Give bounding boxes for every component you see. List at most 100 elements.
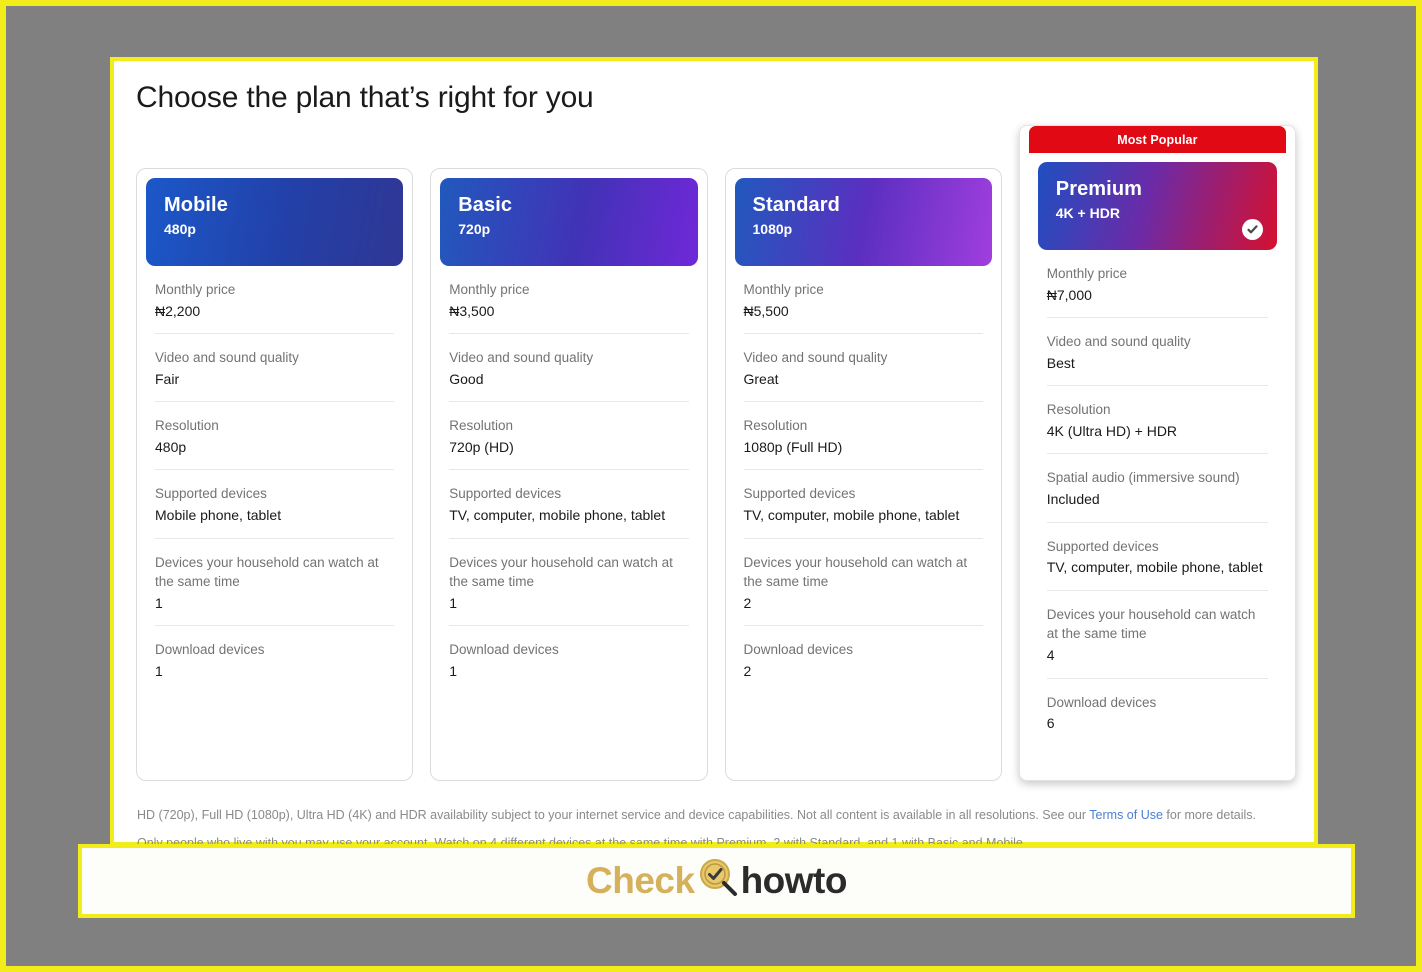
watermark-bar: Check howto	[78, 844, 1355, 918]
feature-label: Video and sound quality	[155, 350, 299, 366]
feature-row: Monthly price ₦5,500	[743, 266, 983, 335]
page-title: Choose the plan that’s right for you	[136, 81, 594, 114]
feature-row: Resolution 4K (Ultra HD) + HDR	[1046, 386, 1268, 455]
feature-value: Great	[743, 370, 779, 387]
plan-features: Monthly price ₦5,500 Video and sound quali…	[735, 266, 992, 694]
plan-card-mobile[interactable]: Mobile 480p Monthly price ₦2,200 Video and s…	[136, 168, 414, 781]
feature-row: Resolution 1080p (Full HD)	[743, 402, 983, 471]
feature-label: Video and sound quality	[449, 350, 594, 366]
plan-card-premium[interactable]: Most Popular Premium 4K + HDR Monthly price…	[1018, 125, 1296, 781]
feature-row: Download devices 1	[449, 626, 688, 693]
feature-label: Monthly price	[1046, 266, 1128, 281]
feature-label: Monthly price	[155, 282, 236, 297]
check-circle-icon	[1242, 219, 1263, 240]
terms-of-use-link[interactable]: Terms of Use	[1089, 808, 1163, 822]
feature-value: Best	[1046, 354, 1075, 371]
feature-label: Video and sound quality	[743, 350, 888, 366]
plan-name: Premium	[1055, 178, 1143, 200]
feature-row: Devices your household can watch at the …	[1046, 591, 1268, 679]
feature-value: 1	[155, 662, 163, 679]
feature-row: Resolution 480p	[155, 402, 395, 471]
feature-value: Fair	[155, 370, 180, 387]
logo-text-howto: howto	[740, 860, 848, 901]
feature-value: TV, computer, mobile phone, tablet	[1046, 559, 1263, 576]
feature-row: Video and sound quality Fair	[155, 334, 395, 403]
feature-value: 1	[449, 594, 458, 611]
plan-resolution-tag: 480p	[164, 221, 196, 237]
feature-label: Download devices	[1046, 694, 1157, 710]
checkhowto-logo: Check howto	[586, 856, 847, 907]
feature-label: Resolution	[155, 418, 219, 434]
feature-value: Included	[1046, 491, 1100, 508]
logo-text-check: Check	[586, 860, 695, 901]
feature-label: Resolution	[743, 418, 808, 434]
feature-value: 4	[1046, 646, 1055, 663]
feature-label: Devices your household can watch at the …	[1046, 606, 1256, 642]
feature-value: 1	[449, 662, 458, 679]
feature-row: Devices your household can watch at the …	[155, 539, 395, 627]
plan-name: Basic	[458, 194, 513, 216]
plan-resolution-tag: 720p	[458, 221, 491, 237]
feature-label: Download devices	[743, 642, 854, 658]
plan-features: Monthly price ₦3,500 Video and sound quali…	[440, 266, 697, 694]
feature-label: Resolution	[449, 418, 514, 434]
feature-row: Spatial audio (immersive sound) Included	[1046, 454, 1268, 523]
feature-row: Supported devices Mobile phone, tablet	[155, 470, 395, 539]
feature-value: TV, computer, mobile phone, tablet	[449, 507, 666, 524]
feature-value: 2	[743, 662, 752, 679]
feature-row: Resolution 720p (HD)	[449, 402, 689, 471]
feature-value: TV, computer, mobile phone, tablet	[743, 507, 960, 524]
feature-row: Devices your household can watch at the …	[449, 539, 689, 627]
plan-features: Monthly price ₦7,000 Video and sound quali…	[1038, 250, 1277, 746]
plan-card-grid: Mobile 480p Monthly price ₦2,200 Video and s…	[132, 125, 1296, 785]
feature-row: Download devices 2	[744, 626, 983, 693]
feature-value: ₦7,000	[1046, 286, 1092, 303]
plan-selection-panel: Choose the plan that’s right for you Mob…	[110, 57, 1318, 850]
feature-row: Monthly price ₦2,200	[155, 266, 395, 335]
feature-label: Supported devices	[449, 486, 562, 502]
footnote-line-1: HD (720p), Full HD (1080p), Ultra HD (4K…	[137, 802, 1292, 830]
feature-row: Video and sound quality Good	[449, 334, 689, 403]
feature-value: 2	[743, 594, 752, 611]
feature-value: ₦2,200	[155, 302, 201, 319]
plan-card-basic[interactable]: Basic 720p Monthly price ₦3,500 Video and so…	[430, 168, 708, 781]
feature-label: Supported devices	[155, 486, 267, 502]
feature-value: 1	[155, 594, 163, 611]
plan-header-basic: Basic 720p	[440, 178, 698, 266]
feature-value: Mobile phone, tablet	[155, 507, 282, 524]
plan-header-mobile: Mobile 480p	[146, 178, 404, 266]
feature-label: Video and sound quality	[1046, 334, 1191, 350]
feature-row: Supported devices TV, computer, mobile ph…	[1046, 523, 1268, 591]
plan-header-premium: Premium 4K + HDR	[1037, 162, 1277, 250]
feature-value: ₦3,500	[449, 302, 495, 319]
feature-value: ₦5,500	[743, 302, 789, 319]
footnote-text-1a: HD (720p), Full HD (1080p), Ultra HD (4K…	[137, 808, 1090, 822]
feature-label: Supported devices	[743, 486, 856, 502]
feature-row: Monthly price ₦7,000	[1046, 250, 1268, 319]
feature-value: 4K (Ultra HD) + HDR	[1046, 422, 1178, 439]
feature-label: Devices your household can watch at the …	[449, 554, 673, 590]
feature-value: 720p (HD)	[449, 438, 514, 455]
plan-header-standard: Standard 1080p	[734, 178, 992, 266]
feature-label: Monthly price	[449, 282, 530, 297]
plan-features: Monthly price ₦2,200 Video and sound quali…	[146, 266, 403, 694]
feature-label: Download devices	[155, 642, 265, 658]
feature-row: Video and sound quality Best	[1046, 318, 1268, 387]
feature-label: Devices your household can watch at the …	[155, 554, 379, 590]
feature-value: 480p	[155, 438, 187, 455]
plan-resolution-tag: 4K + HDR	[1055, 205, 1120, 221]
feature-row: Video and sound quality Great	[743, 334, 983, 403]
feature-value: 6	[1046, 715, 1055, 732]
screenshot-frame: Choose the plan that’s right for you Mob…	[0, 0, 1422, 972]
plan-card-standard[interactable]: Standard 1080p Monthly price ₦5,500 Video an…	[724, 168, 1002, 781]
feature-label: Download devices	[449, 642, 559, 658]
feature-row: Supported devices TV, computer, mobile ph…	[449, 470, 689, 539]
magnifier-check-icon	[697, 856, 739, 907]
feature-label: Spatial audio (immersive sound)	[1046, 470, 1240, 486]
feature-value: Good	[449, 370, 484, 387]
feature-value: 1080p (Full HD)	[743, 438, 843, 455]
feature-label: Resolution	[1046, 402, 1111, 418]
feature-label: Supported devices	[1046, 538, 1159, 554]
feature-row: Download devices 6	[1047, 679, 1268, 746]
plan-resolution-tag: 1080p	[752, 221, 793, 237]
